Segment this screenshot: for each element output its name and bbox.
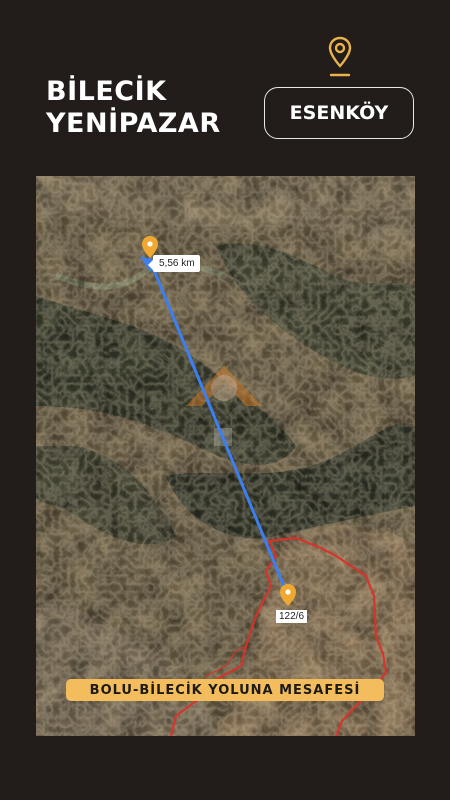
title-line-province: BİLECİK: [46, 76, 167, 107]
parcel-label: 122/6: [276, 610, 308, 623]
distance-label: 5,56 km: [148, 255, 200, 272]
satellite-map[interactable]: 5,56 km 122/6: [36, 176, 415, 736]
distance-banner: BOLU-BİLECİK YOLUNA MESAFESİ: [66, 679, 384, 701]
map-imagery: [36, 176, 415, 736]
village-button[interactable]: ESENKÖY: [264, 87, 414, 139]
map-pin-icon: [328, 36, 352, 77]
header-title: BİLECİK YENİPAZAR: [46, 76, 221, 140]
title-line-district: YENİPAZAR: [46, 108, 221, 139]
